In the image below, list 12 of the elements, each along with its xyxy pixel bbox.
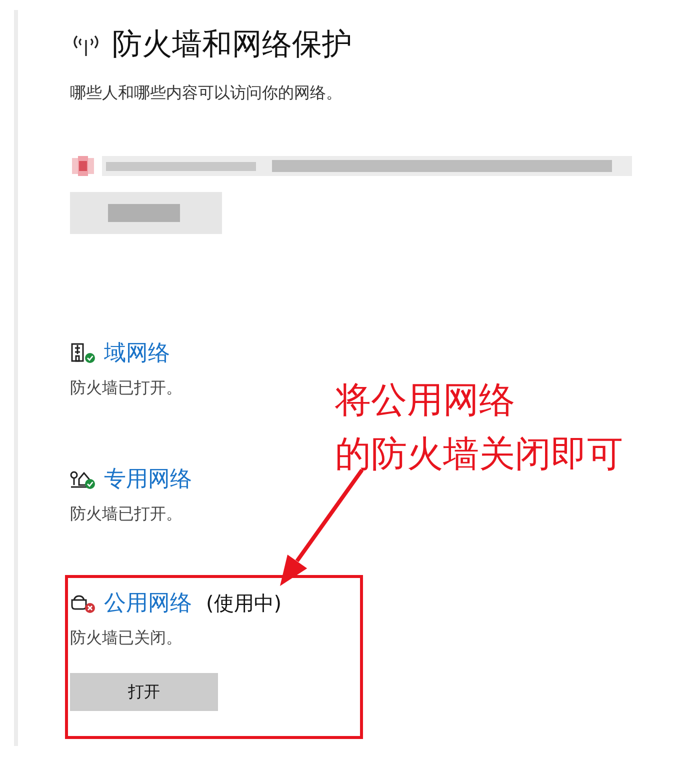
in-use-label: (使用中) — [206, 590, 282, 616]
network-link[interactable]: 域网络 — [104, 338, 170, 368]
firewall-status: 防火墙已打开。 — [70, 504, 183, 525]
page-title: 防火墙和网络保护 — [112, 26, 352, 64]
annotation-text: 将公用网络 的防火墙关闭即可 — [335, 379, 623, 477]
page-subtitle: 哪些人和哪些内容可以访问你的网络。 — [70, 83, 343, 104]
firewall-status: 防火墙已打开。 — [70, 378, 183, 399]
network-link[interactable]: 专用网络 — [104, 464, 192, 494]
firewall-status: 防火墙已关闭。 — [70, 628, 183, 649]
turn-on-button[interactable]: 打开 — [70, 673, 218, 711]
blurred-status-icon — [70, 154, 96, 178]
network-link[interactable]: 公用网络 — [104, 588, 192, 618]
